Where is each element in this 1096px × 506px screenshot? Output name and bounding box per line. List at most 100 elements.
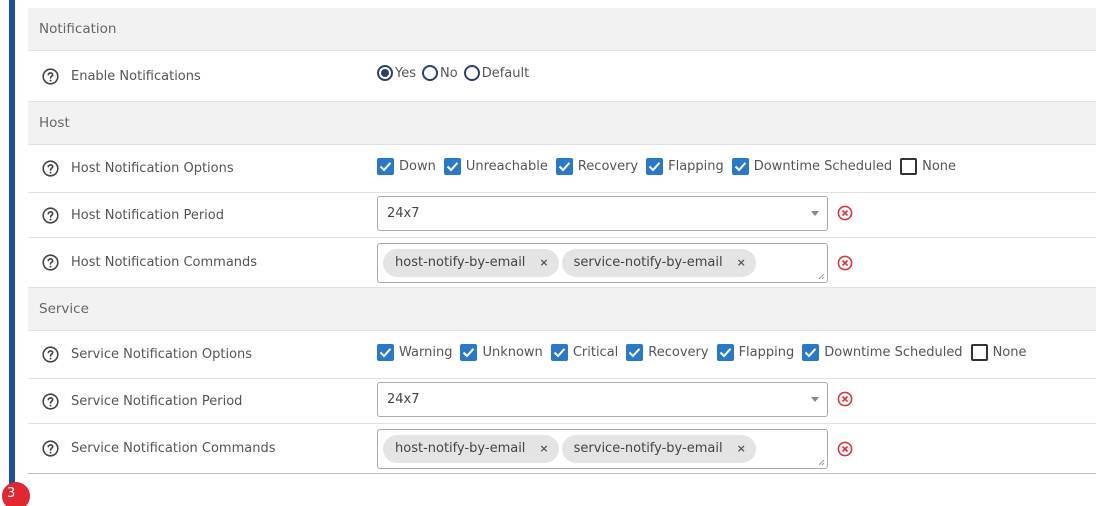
tag-remove-icon[interactable]: × <box>737 256 746 269</box>
host-notification-period-select[interactable]: 24x7 <box>377 195 828 231</box>
question-circle-icon[interactable] <box>42 67 59 85</box>
tag-label: host-notify-by-email <box>395 441 526 456</box>
checkbox-label: None <box>922 159 957 174</box>
radio-circle[interactable] <box>463 65 480 81</box>
checkbox-checked[interactable] <box>716 344 734 361</box>
field-label: Service Notification Period <box>71 393 243 409</box>
checkbox-label: Critical <box>572 345 619 360</box>
field-label: Host Notification Options <box>71 161 234 176</box>
host-notification-commands-multiselect[interactable]: host-notify-by-email × service-notify-by… <box>377 242 828 283</box>
select-value: 24x7 <box>387 205 420 221</box>
checkbox-label: Unknown <box>482 345 543 360</box>
row-service-notification-options: Service Notification Options Warning Unk… <box>28 331 1096 379</box>
checkbox-checked[interactable] <box>646 158 664 175</box>
checkbox-none[interactable]: None <box>970 344 1026 361</box>
checkbox-checked[interactable] <box>731 158 749 175</box>
question-circle-icon[interactable] <box>42 392 59 410</box>
left-accent-bar <box>9 0 15 490</box>
checkbox-warning[interactable]: Warning <box>377 344 452 361</box>
clear-circle-icon[interactable] <box>837 255 853 271</box>
checkbox-checked[interactable] <box>377 158 394 175</box>
radio-label: No <box>440 65 458 81</box>
checkbox-unknown[interactable]: Unknown <box>460 344 543 361</box>
checkbox-recovery[interactable]: Recovery <box>555 158 639 175</box>
field-label: Enable Notifications <box>71 68 201 84</box>
radio-yes[interactable]: Yes <box>377 65 416 81</box>
checkbox-none[interactable]: None <box>900 158 956 175</box>
service-notification-commands-multiselect[interactable]: host-notify-by-email × service-notify-by… <box>377 428 828 469</box>
radio-default[interactable]: Default <box>463 65 530 81</box>
checkbox-label: Unreachable <box>465 159 548 174</box>
host-options-checkbox-group: Down Unreachable Recovery Flapping Downt… <box>377 141 1096 192</box>
checkbox-flapping[interactable]: Flapping <box>646 158 724 175</box>
clear-circle-icon[interactable] <box>837 391 853 407</box>
checkbox-checked[interactable] <box>460 344 478 361</box>
checkbox-down[interactable]: Down <box>377 158 436 175</box>
checkbox-unchecked[interactable] <box>970 344 988 361</box>
field-label: Host Notification Commands <box>71 255 258 270</box>
tag-remove-icon[interactable]: × <box>539 442 548 455</box>
service-notification-period-select[interactable]: 24x7 <box>377 381 828 417</box>
checkbox-checked[interactable] <box>443 158 461 175</box>
section-title: Host <box>39 115 70 131</box>
checkbox-checked[interactable] <box>550 344 568 361</box>
checkbox-label: Warning <box>399 345 453 360</box>
radio-circle[interactable] <box>377 65 393 81</box>
row-host-notification-options: Host Notification Options Down Unreachab… <box>28 145 1096 193</box>
checkbox-unchecked[interactable] <box>900 158 918 175</box>
field-label: Service Notification Options <box>71 347 253 362</box>
resize-grip-icon[interactable] <box>818 273 825 280</box>
checkbox-flapping[interactable]: Flapping <box>716 344 795 361</box>
radio-no[interactable]: No <box>422 65 458 81</box>
checkbox-label: Down <box>399 159 436 174</box>
question-circle-icon[interactable] <box>42 160 59 177</box>
checkbox-downtime-scheduled[interactable]: Downtime Scheduled <box>731 158 893 175</box>
enable-notifications-radio-group: Yes No Default <box>377 45 1096 101</box>
radio-circle[interactable] <box>422 65 438 81</box>
checkbox-label: Downtime Scheduled <box>753 159 893 174</box>
checkbox-unreachable[interactable]: Unreachable <box>443 158 548 175</box>
question-circle-icon[interactable] <box>42 254 59 271</box>
checkbox-label: Recovery <box>577 159 639 174</box>
tag-remove-icon[interactable]: × <box>737 442 746 455</box>
checkbox-downtime-scheduled[interactable]: Downtime Scheduled <box>802 344 963 361</box>
clear-circle-icon[interactable] <box>837 205 853 221</box>
notification-form: Notification Enable Notifications Yes No… <box>28 8 1096 474</box>
tag-label: service-notify-by-email <box>573 441 723 456</box>
chevron-down-icon[interactable] <box>811 210 819 216</box>
tag-label: service-notify-by-email <box>573 255 723 270</box>
radio-label: Yes <box>395 65 416 81</box>
section-title: Notification <box>39 21 117 37</box>
chevron-down-icon[interactable] <box>811 396 819 402</box>
checkbox-checked[interactable] <box>377 344 394 361</box>
checkbox-label: Flapping <box>668 159 724 174</box>
checkbox-label: Recovery <box>648 345 709 360</box>
field-label: Host Notification Period <box>71 207 224 223</box>
tag-label: host-notify-by-email <box>395 255 526 270</box>
row-host-notification-commands: Host Notification Commands host-notify-b… <box>28 238 1096 288</box>
checkbox-label: Flapping <box>738 345 795 360</box>
radio-label: Default <box>481 65 530 81</box>
row-service-notification-period: Service Notification Period 24x7 <box>28 379 1096 424</box>
question-circle-icon[interactable] <box>42 206 59 224</box>
checkbox-checked[interactable] <box>802 344 820 361</box>
selected-tag: service-notify-by-email × <box>561 434 756 463</box>
checkbox-checked[interactable] <box>555 158 573 175</box>
question-circle-icon[interactable] <box>42 440 59 457</box>
checkbox-critical[interactable]: Critical <box>550 344 619 361</box>
row-service-notification-commands: Service Notification Commands host-notif… <box>28 424 1096 474</box>
question-circle-icon[interactable] <box>42 346 59 363</box>
section-header-service: Service <box>28 288 1096 331</box>
section-title: Service <box>39 301 89 317</box>
checkbox-recovery[interactable]: Recovery <box>626 344 709 361</box>
resize-grip-icon[interactable] <box>818 459 825 466</box>
checkbox-checked[interactable] <box>626 344 644 361</box>
selected-tag: host-notify-by-email × <box>383 248 559 277</box>
selected-tag: host-notify-by-email × <box>383 434 559 463</box>
tag-remove-icon[interactable]: × <box>539 256 548 269</box>
field-label: Service Notification Commands <box>71 441 276 456</box>
select-value: 24x7 <box>387 391 420 407</box>
section-header-host: Host <box>28 102 1096 145</box>
clear-circle-icon[interactable] <box>837 441 853 457</box>
page-number-badge: 3 <box>2 482 30 506</box>
